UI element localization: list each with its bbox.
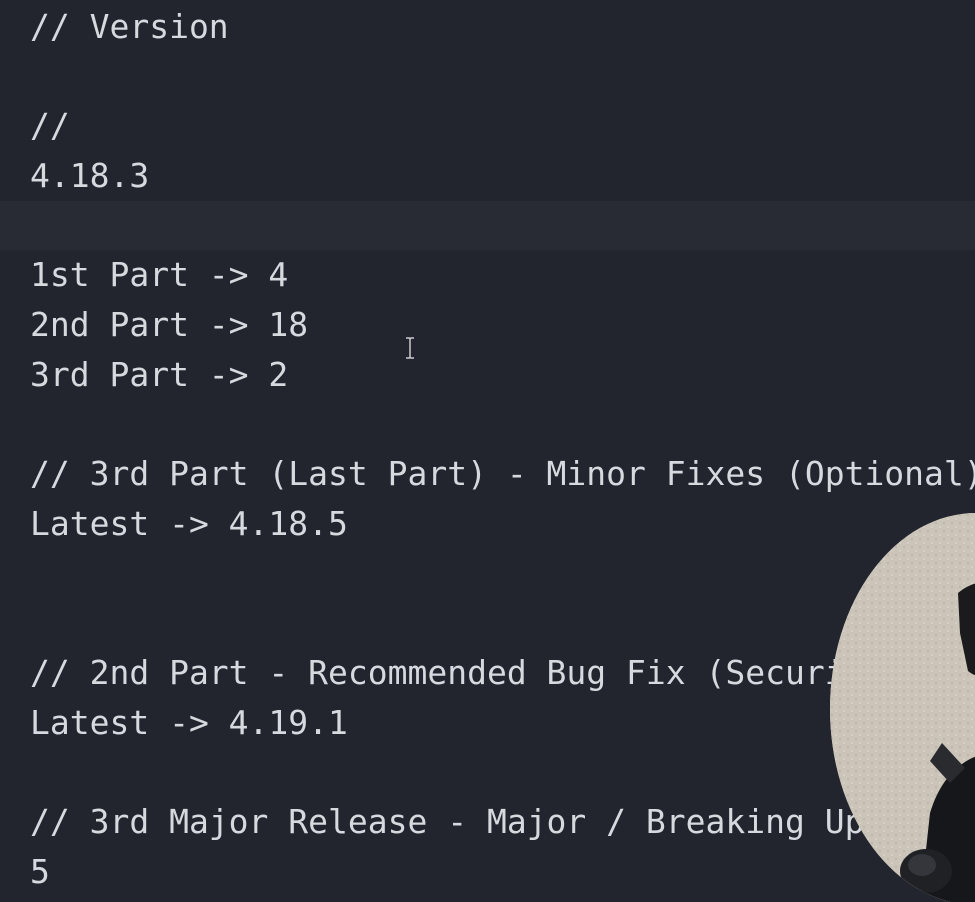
code-editor[interactable]: // Version // 4.18.3 1st Part -> 4 2nd P… xyxy=(0,0,975,902)
code-line-17[interactable]: // 3rd Major Release - Major / Breaking … xyxy=(0,797,975,847)
code-line-13[interactable] xyxy=(0,598,975,648)
code-line-16[interactable] xyxy=(0,747,975,797)
code-line-7[interactable]: 2nd Part -> 18 xyxy=(0,300,975,350)
code-lines: // Version // 4.18.3 1st Part -> 4 2nd P… xyxy=(0,2,975,896)
code-line-10[interactable]: // 3rd Part (Last Part) - Minor Fixes (O… xyxy=(0,449,975,499)
code-line-5-current[interactable] xyxy=(0,200,975,251)
code-line-6[interactable]: 1st Part -> 4 xyxy=(0,250,975,300)
code-line-9[interactable] xyxy=(0,400,975,450)
code-line-3[interactable]: // xyxy=(0,101,975,151)
i-beam-cursor-icon xyxy=(404,337,416,359)
code-line-2[interactable] xyxy=(0,52,975,102)
code-line-11[interactable]: Latest -> 4.18.5 xyxy=(0,499,975,549)
code-line-15[interactable]: Latest -> 4.19.1 xyxy=(0,698,975,748)
code-line-8[interactable]: 3rd Part -> 2 xyxy=(0,350,975,400)
code-line-4[interactable]: 4.18.3 xyxy=(0,151,975,201)
code-line-14[interactable]: // 2nd Part - Recommended Bug Fix (Secur… xyxy=(0,648,975,698)
code-line-1[interactable]: // Version xyxy=(0,2,975,52)
code-line-12[interactable] xyxy=(0,549,975,599)
code-line-18[interactable]: 5 xyxy=(0,847,975,897)
